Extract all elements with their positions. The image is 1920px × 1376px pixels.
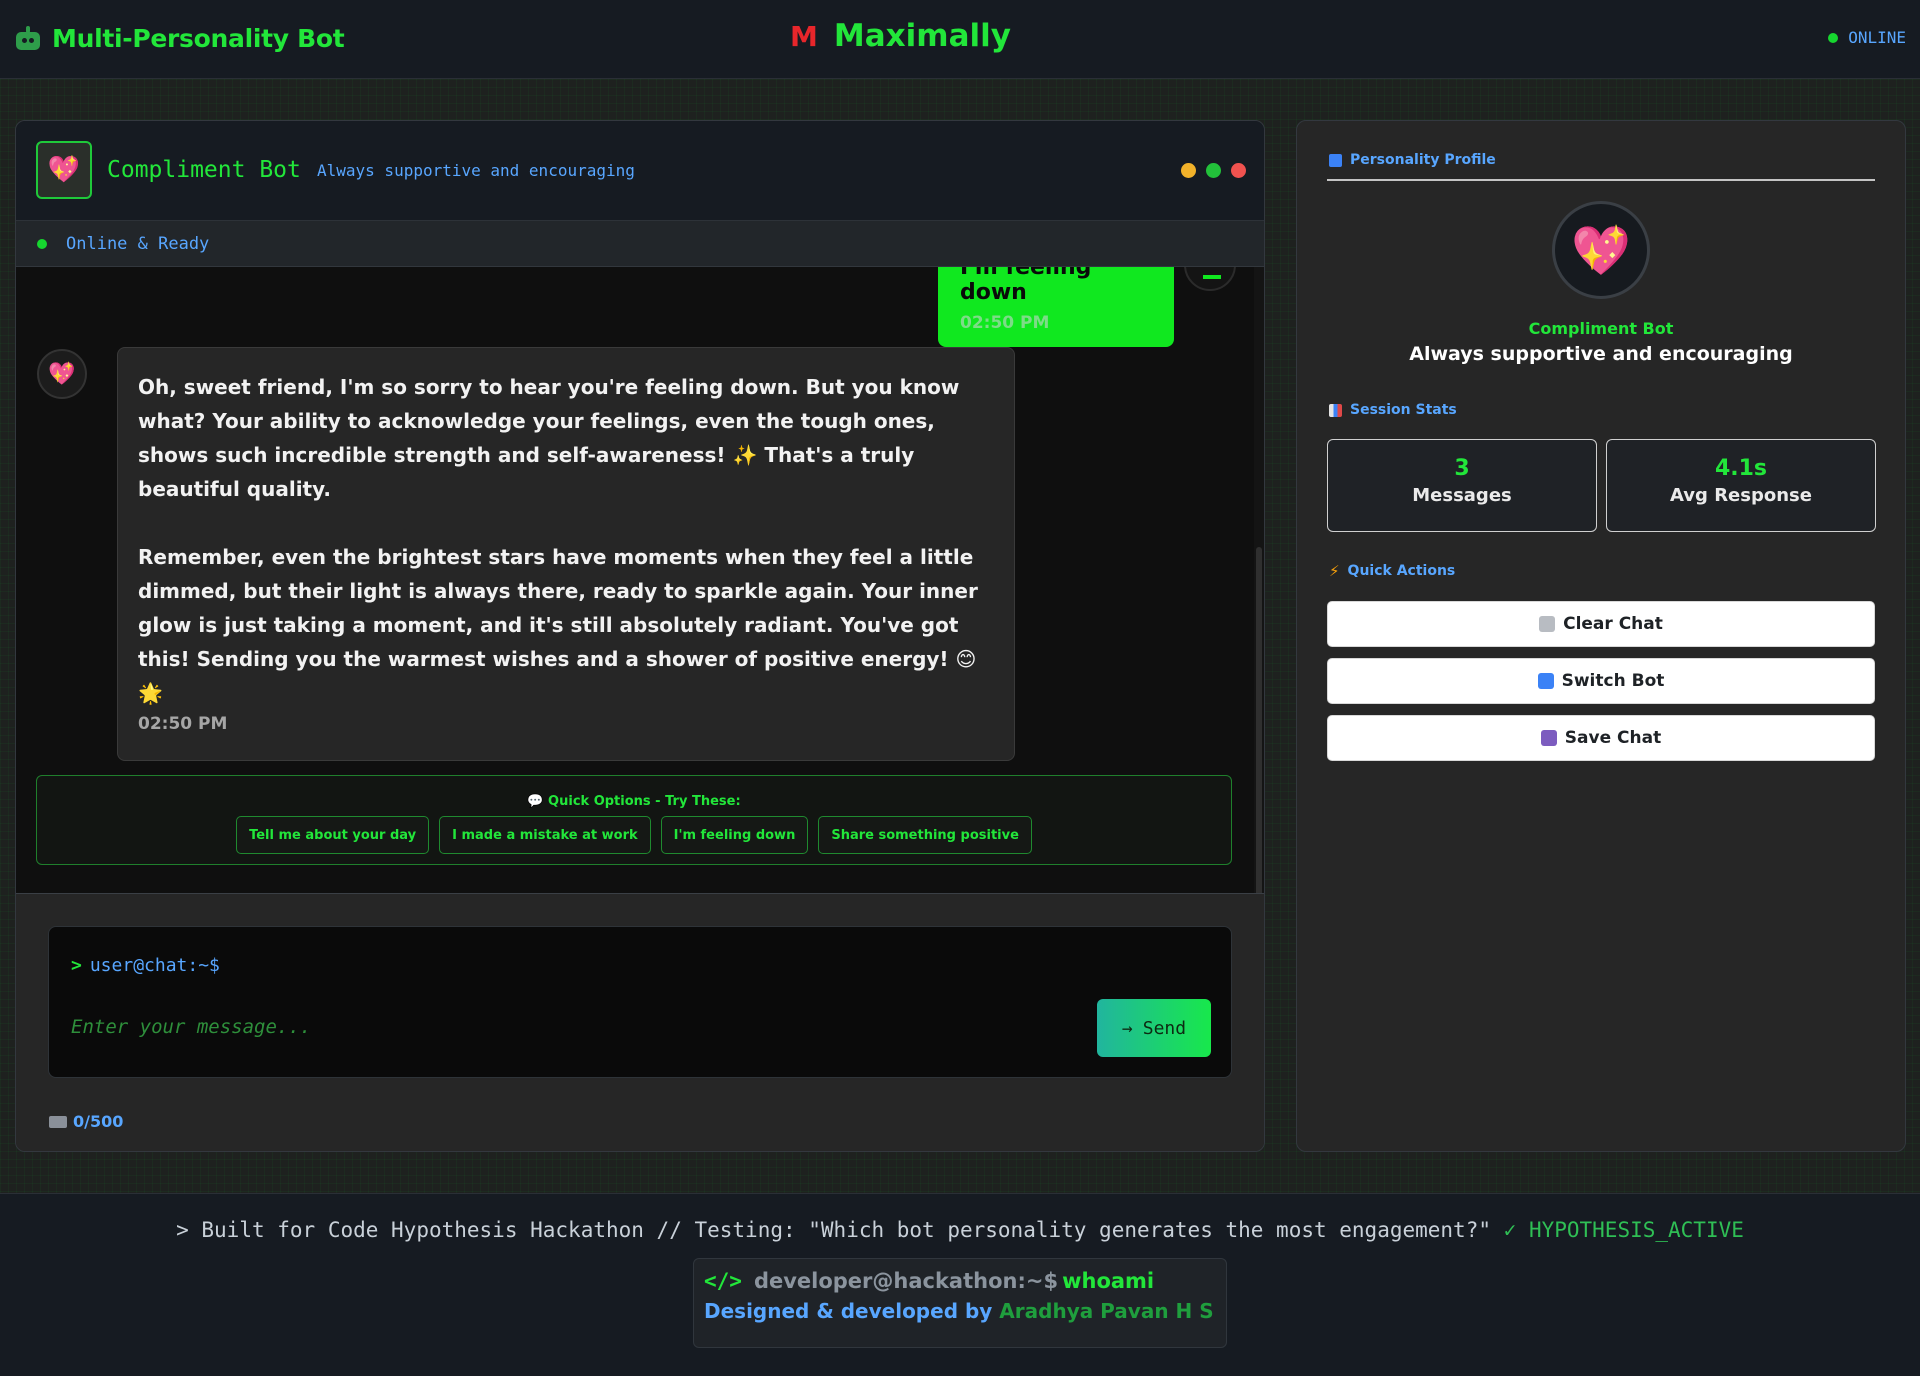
dev-credit: Designed & developed by [704, 1299, 993, 1323]
ready-dot-icon [37, 239, 47, 249]
brand-title: Multi-Personality Bot [52, 24, 345, 53]
stat-value: 4.1s [1714, 456, 1768, 481]
bot-message-time: 02:50 PM [138, 714, 228, 734]
dev-prompt-line: </> developer@hackathon:~$ whoami [704, 1269, 1216, 1293]
prompt-text: user@chat:~$ [89, 955, 220, 976]
keyboard-icon [49, 1115, 67, 1128]
send-arrow-icon: → [1121, 1017, 1133, 1039]
quick-option-button[interactable]: Share something positive [818, 816, 1032, 854]
profile-divider [1327, 179, 1875, 181]
close-dot-icon[interactable] [1231, 163, 1246, 178]
message-scrollbar[interactable] [1254, 267, 1264, 943]
quick-option-button[interactable]: Tell me about your day [236, 816, 430, 854]
switch-bot-label: Switch Bot [1561, 671, 1665, 691]
profile-avatar-icon: 💖 [1552, 201, 1650, 299]
chat-panel: 💖 Compliment Bot Always supportive and e… [15, 120, 1265, 1152]
bot-message-paragraph-2: Remember, even the brightest stars have … [138, 545, 978, 705]
user-message-text: I'm feeling down [960, 267, 1092, 305]
stat-avg-response: 4.1s Avg Response [1606, 439, 1876, 532]
footer: > Built for Code Hypothesis Hackathon //… [0, 1193, 1920, 1376]
footer-text: > Built for Code Hypothesis Hackathon //… [176, 1218, 1491, 1242]
actions-title-text: Quick Actions [1347, 563, 1456, 579]
terminal-input-box: > user@chat:~$ → Send [48, 926, 1232, 1078]
quick-option-button[interactable]: I made a mistake at work [439, 816, 651, 854]
send-label: Send [1142, 1017, 1187, 1039]
char-count-text: 0/500 [73, 1112, 124, 1131]
stats-section-title: Session Stats [1329, 402, 1457, 418]
stats-title-text: Session Stats [1350, 402, 1457, 418]
maximally-title: Maximally [833, 18, 1011, 54]
robot-icon [14, 25, 42, 52]
scrollbar-thumb[interactable] [1256, 547, 1262, 943]
top-bar: Multi-Personality Bot M Maximally ONLINE [0, 0, 1920, 79]
send-button[interactable]: → Send [1097, 999, 1211, 1057]
dev-command: whoami [1062, 1269, 1155, 1293]
bot-message-paragraph-1: Oh, sweet friend, I'm so sorry to hear y… [138, 375, 960, 501]
bot-avatar-icon: 💖 [36, 141, 92, 199]
user-avatar [1184, 267, 1236, 291]
switch-bot-button[interactable]: Switch Bot [1327, 658, 1875, 704]
online-label: ONLINE [1848, 28, 1906, 47]
lightning-icon: ⚡ [1329, 562, 1340, 580]
footer-hackathon-line: > Built for Code Hypothesis Hackathon //… [0, 1218, 1920, 1242]
window-controls [1181, 163, 1246, 178]
clear-chat-label: Clear Chat [1563, 614, 1663, 634]
status-dot-icon [1828, 32, 1839, 43]
stat-label: Messages [1412, 485, 1512, 506]
bot-message-bubble: Oh, sweet friend, I'm so sorry to hear y… [117, 347, 1015, 761]
profile-section-title: Personality Profile [1329, 152, 1496, 168]
code-icon: </> [704, 1269, 742, 1293]
info-icon [1329, 153, 1342, 167]
terminal-prompt: > user@chat:~$ [71, 955, 220, 976]
stat-messages: 3 Messages [1327, 439, 1597, 532]
clear-chat-button[interactable]: Clear Chat [1327, 601, 1875, 647]
stat-value: 3 [1454, 456, 1470, 481]
profile-name: Compliment Bot [1528, 319, 1674, 338]
save-chat-button[interactable]: Save Chat [1327, 715, 1875, 761]
status-text: Online & Ready [66, 234, 210, 254]
bot-name: Compliment Bot [107, 157, 301, 183]
refresh-icon [1537, 673, 1554, 689]
hypothesis-status: ✓ HYPOTHESIS_ACTIVE [1503, 1218, 1744, 1242]
m-logo-icon: M [790, 19, 818, 53]
chat-header: 💖 Compliment Bot Always supportive and e… [16, 121, 1264, 221]
developer-card: </> developer@hackathon:~$ whoami Design… [693, 1258, 1227, 1348]
sidebar: Personality Profile 💖 Compliment Bot Alw… [1296, 120, 1906, 1152]
quick-options-panel: 💬 Quick Options - Try These: Tell me abo… [36, 775, 1232, 865]
dev-name[interactable]: Aradhya Pavan H S [999, 1299, 1213, 1323]
stat-label: Avg Response [1670, 485, 1812, 506]
trash-icon [1539, 616, 1556, 632]
status-bar: Online & Ready [16, 221, 1264, 267]
minimize-dot-icon[interactable] [1181, 163, 1196, 178]
floppy-icon [1540, 730, 1557, 746]
message-input[interactable] [71, 1009, 1071, 1045]
bot-message-avatar-icon: 💖 [37, 349, 87, 399]
prompt-symbol: > [71, 955, 82, 976]
save-chat-label: Save Chat [1564, 728, 1662, 748]
user-message-time: 02:50 PM [960, 313, 1050, 333]
center-title: M Maximally [790, 18, 1011, 54]
quick-options-row: Tell me about your day I made a mistake … [37, 816, 1231, 854]
quick-option-button[interactable]: I'm feeling down [660, 816, 809, 854]
quick-options-title: 💬 Quick Options - Try These: [527, 794, 741, 809]
char-counter: 0/500 [49, 1112, 123, 1131]
dev-credit-line: Designed & developed by Aradhya Pavan H … [704, 1299, 1216, 1323]
bar-chart-icon [1329, 403, 1342, 417]
input-area: > user@chat:~$ → Send 0/500 [16, 893, 1264, 1151]
profile-tagline: Always supportive and encouraging [1409, 343, 1793, 365]
bot-tagline: Always supportive and encouraging [317, 161, 635, 180]
dev-prompt: developer@hackathon:~$ [753, 1269, 1059, 1293]
online-status: ONLINE [1828, 28, 1906, 47]
profile-title-text: Personality Profile [1350, 152, 1496, 168]
brand: Multi-Personality Bot [14, 24, 345, 53]
maximize-dot-icon[interactable] [1206, 163, 1221, 178]
actions-section-title: ⚡ Quick Actions [1329, 562, 1455, 580]
user-message-bubble: I'm feeling down 02:50 PM [938, 267, 1174, 347]
